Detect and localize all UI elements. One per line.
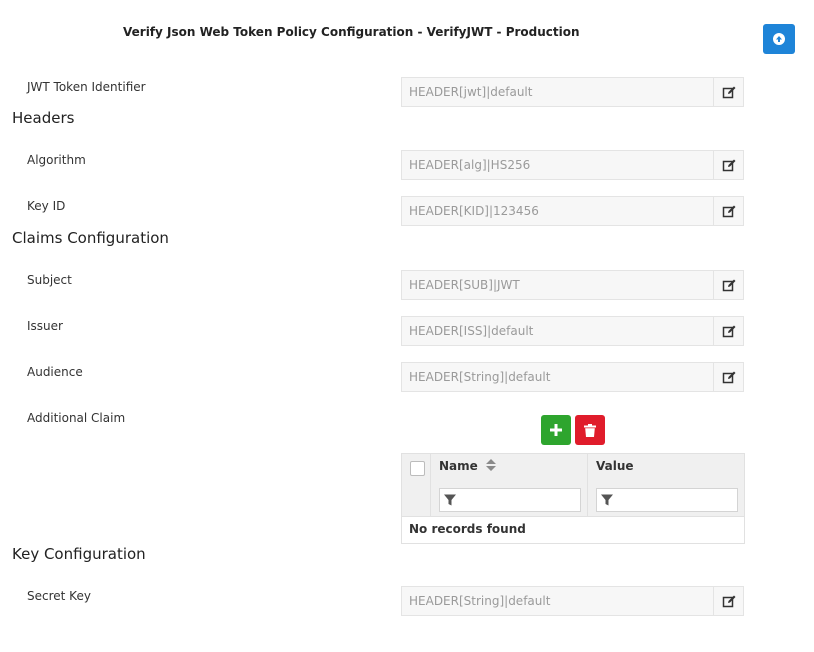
page-title: Verify Json Web Token Policy Configurati… (123, 25, 580, 39)
issuer-field: HEADER[ISS]|default (401, 316, 744, 346)
column-name-label: Name (439, 459, 478, 473)
edit-icon (722, 595, 735, 608)
secret-key-edit-button[interactable] (713, 587, 743, 615)
algorithm-edit-button[interactable] (713, 151, 743, 179)
upload-button[interactable] (763, 24, 795, 54)
jwt-token-field: HEADER[jwt]|default (401, 77, 744, 107)
column-divider (587, 454, 588, 516)
key-id-field: HEADER[KID]|123456 (401, 196, 744, 226)
algorithm-label: Algorithm (27, 153, 86, 167)
subject-label: Subject (27, 273, 72, 287)
jwt-token-label: JWT Token Identifier (27, 80, 146, 94)
filter-icon (444, 494, 456, 506)
algorithm-value: HEADER[alg]|HS256 (409, 158, 531, 172)
section-claims: Claims Configuration (12, 229, 169, 247)
empty-message: No records found (409, 522, 526, 536)
secret-key-label: Secret Key (27, 589, 91, 603)
upload-icon (773, 33, 785, 45)
section-key: Key Configuration (12, 545, 146, 563)
edit-icon (722, 279, 735, 292)
trash-icon (584, 423, 596, 437)
select-all-checkbox[interactable] (410, 461, 425, 476)
issuer-label: Issuer (27, 319, 63, 333)
key-id-value: HEADER[KID]|123456 (409, 204, 539, 218)
delete-claim-button[interactable] (575, 415, 605, 445)
table-divider (402, 516, 744, 517)
edit-icon (722, 205, 735, 218)
filter-icon (601, 494, 613, 506)
column-value-header[interactable]: Value (596, 459, 634, 473)
jwt-token-value: HEADER[jwt]|default (409, 85, 533, 99)
secret-key-value: HEADER[String]|default (409, 594, 551, 608)
sort-icon (485, 459, 496, 471)
edit-icon (722, 86, 735, 99)
key-id-edit-button[interactable] (713, 197, 743, 225)
algorithm-field: HEADER[alg]|HS256 (401, 150, 744, 180)
secret-key-field: HEADER[String]|default (401, 586, 744, 616)
audience-label: Audience (27, 365, 83, 379)
value-filter-input[interactable] (596, 488, 738, 512)
subject-value: HEADER[SUB]|JWT (409, 278, 520, 292)
audience-edit-button[interactable] (713, 363, 743, 391)
subject-field: HEADER[SUB]|JWT (401, 270, 744, 300)
claims-table: Name Value No records found (401, 453, 745, 544)
section-headers: Headers (12, 109, 75, 127)
issuer-edit-button[interactable] (713, 317, 743, 345)
edit-icon (722, 159, 735, 172)
audience-value: HEADER[String]|default (409, 370, 551, 384)
jwt-token-edit-button[interactable] (713, 78, 743, 106)
issuer-value: HEADER[ISS]|default (409, 324, 534, 338)
column-name-header[interactable]: Name (439, 459, 496, 473)
key-id-label: Key ID (27, 199, 66, 213)
subject-edit-button[interactable] (713, 271, 743, 299)
audience-field: HEADER[String]|default (401, 362, 744, 392)
plus-icon (550, 424, 562, 436)
edit-icon (722, 371, 735, 384)
add-claim-button[interactable] (541, 415, 571, 445)
column-divider (430, 454, 431, 516)
name-filter-input[interactable] (439, 488, 581, 512)
edit-icon (722, 325, 735, 338)
additional-claim-label: Additional Claim (27, 411, 126, 425)
